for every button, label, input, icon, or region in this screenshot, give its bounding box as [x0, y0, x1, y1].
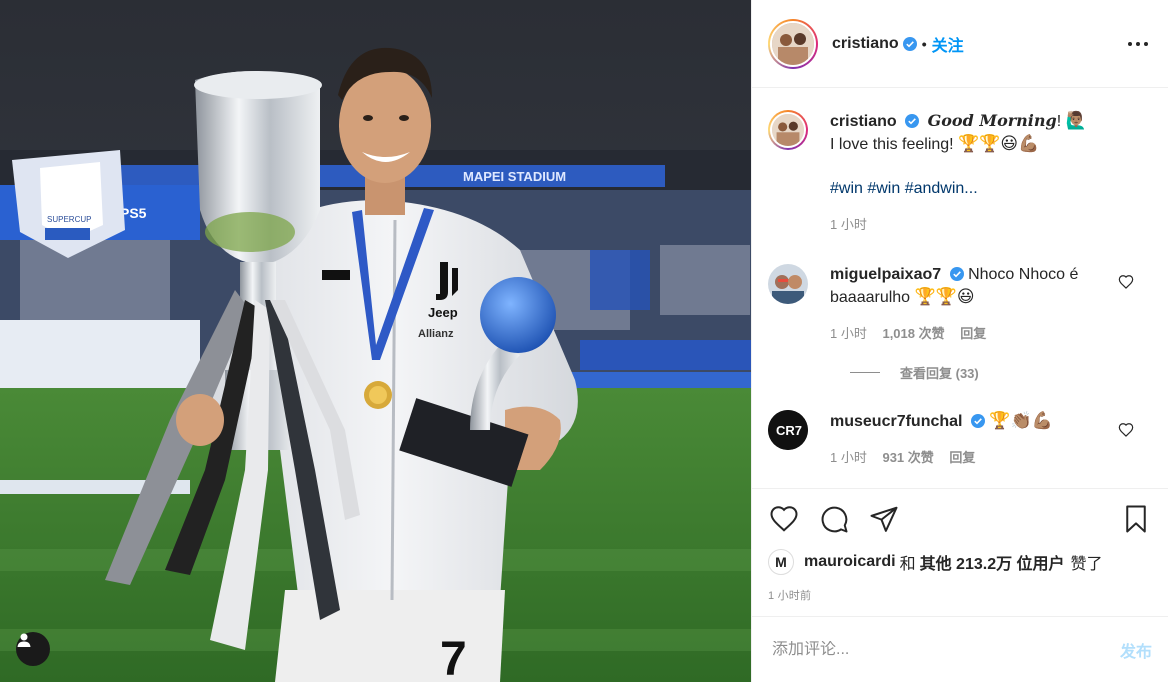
comment-item: miguelpaixao7 Nhoco Nhoco é baaaarulho 🏆…: [768, 264, 1152, 345]
author-username[interactable]: cristiano: [832, 35, 899, 53]
like-comment-heart-icon[interactable]: [1118, 422, 1134, 438]
tagged-users-button[interactable]: [16, 632, 50, 666]
verified-badge-icon: [949, 267, 964, 281]
allianz-logo: Allianz: [418, 328, 454, 340]
avatar-image: [772, 22, 814, 65]
verified-badge-icon: [905, 114, 920, 128]
comment-likes[interactable]: 931 次赞: [882, 450, 933, 465]
caption-hashtags[interactable]: #win #win #andwin...: [830, 178, 1087, 200]
like-heart-icon[interactable]: [768, 503, 800, 535]
save-bookmark-icon[interactable]: [1120, 503, 1152, 535]
liker-avatar[interactable]: M: [768, 549, 794, 575]
comment-username[interactable]: miguelpaixao7: [830, 266, 941, 283]
liked-by-and: 和: [899, 556, 916, 573]
share-paper-plane-icon[interactable]: [868, 503, 900, 535]
caption: cristiano Good Morning! 🙋🏽‍♂️ I love thi…: [768, 110, 1152, 236]
caption-username[interactable]: cristiano: [830, 113, 897, 130]
view-replies-label: 查看回复 (33): [900, 366, 979, 381]
comment-username[interactable]: museucr7funchal: [830, 413, 962, 430]
header-meta: cristiano • 关注: [832, 32, 964, 56]
comment-body: museucr7funchal 🏆👏🏽💪🏽 1 小时 931 次赞 回复: [830, 410, 1053, 469]
caption-line2-emoji: 🏆🏆😃💪🏽: [958, 134, 1040, 154]
comment-time[interactable]: 1 小时: [830, 326, 867, 341]
photo-illustration: MAPEI STADIUM PS5 SUPERCUP 7 Jeep Allian…: [0, 0, 751, 682]
comment-emoji: 🏆👏🏽💪🏽: [989, 411, 1053, 431]
comment-time[interactable]: 1 小时: [830, 450, 867, 465]
verified-badge-icon: [902, 36, 917, 51]
comment-body: miguelpaixao7 Nhoco Nhoco é baaaarulho 🏆…: [830, 264, 1152, 345]
comment-composer: 发布: [752, 616, 1168, 682]
reply-button[interactable]: 回复: [960, 326, 986, 341]
commenter-avatar[interactable]: CR7: [768, 410, 808, 450]
post-header: cristiano • 关注: [752, 0, 1168, 88]
commenter-avatar-image: [768, 264, 808, 304]
caption-line2: I love this feeling!: [830, 136, 954, 153]
more-options-icon[interactable]: [1128, 34, 1148, 54]
commenter-avatar[interactable]: [768, 264, 808, 304]
shirt-number: 7: [440, 633, 467, 682]
view-replies-button[interactable]: 查看回复 (33): [850, 363, 1152, 382]
cr7-logo-icon: CR7: [768, 410, 808, 450]
caption-bold-text: Good Morning: [927, 111, 1057, 130]
like-comment-heart-icon[interactable]: [1118, 274, 1134, 290]
stadium-board-text: MAPEI STADIUM: [463, 169, 566, 184]
caption-emoji: 🙋🏽‍♂️: [1065, 111, 1087, 131]
svg-text:CR7: CR7: [776, 423, 802, 438]
comment-emoji: 🏆🏆😃: [914, 287, 975, 307]
comment-item: CR7 museucr7funchal 🏆👏🏽💪🏽 1 小时 931 次赞 回复: [768, 410, 1152, 469]
action-icons: [768, 501, 1152, 537]
comment-likes[interactable]: 1,018 次赞: [882, 326, 944, 341]
post-side-panel: cristiano • 关注 cristiano Good Morning! 🙋…: [751, 0, 1168, 682]
post-timestamp[interactable]: 1 小时前: [768, 587, 1152, 603]
follow-button[interactable]: 关注: [932, 32, 964, 56]
verified-badge-icon: [970, 414, 985, 428]
post-actions: M mauroicardi 和 其他 213.2万 位用户 赞了 1 小时前: [752, 488, 1168, 603]
user-icon: [17, 633, 31, 647]
comment-input[interactable]: [772, 640, 1120, 659]
separator-dot: •: [921, 35, 927, 52]
caption-avatar-image: [772, 114, 804, 146]
caption-body: cristiano Good Morning! 🙋🏽‍♂️ I love thi…: [830, 110, 1087, 236]
comments-list: cristiano Good Morning! 🙋🏽‍♂️ I love thi…: [752, 88, 1168, 488]
post-viewer: MAPEI STADIUM PS5 SUPERCUP 7 Jeep Allian…: [0, 0, 1168, 682]
post-comment-button[interactable]: 发布: [1120, 638, 1152, 662]
caption-exclaim: !: [1056, 113, 1062, 130]
supercup-logo-text: SUPERCUP: [47, 215, 91, 224]
caption-time[interactable]: 1 小时: [830, 217, 867, 232]
post-photo[interactable]: MAPEI STADIUM PS5 SUPERCUP 7 Jeep Allian…: [0, 0, 751, 682]
liked-by-suffix: 赞了: [1070, 556, 1103, 573]
jeep-logo: Jeep: [428, 305, 458, 320]
liked-by-username[interactable]: mauroicardi: [804, 553, 896, 571]
reply-button[interactable]: 回复: [949, 450, 975, 465]
caption-avatar[interactable]: [768, 110, 808, 150]
comment-bubble-icon[interactable]: [818, 503, 850, 535]
liked-by-row: M mauroicardi 和 其他 213.2万 位用户 赞了: [768, 549, 1152, 575]
author-avatar[interactable]: [768, 18, 818, 69]
liked-by-others[interactable]: 其他 213.2万 位用户: [920, 550, 1065, 574]
